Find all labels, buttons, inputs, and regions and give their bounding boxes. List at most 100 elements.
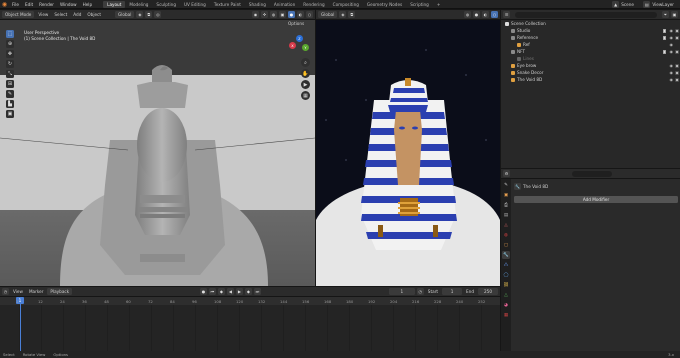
select-tool-icon[interactable]: ⬚ (6, 30, 14, 38)
add-cube-tool-icon[interactable]: ▣ (6, 110, 14, 118)
viewlayer-selector[interactable]: ▤ ViewLayer (643, 1, 676, 8)
render-camera-icon[interactable]: ▣ (675, 49, 679, 54)
viewport-left[interactable]: Object Mode View Select Add Object Globa… (0, 10, 315, 286)
scene-tab-icon[interactable]: ◬ (502, 221, 510, 229)
add-modifier-button[interactable]: Add Modifier (514, 196, 678, 203)
gizmo-z-icon[interactable]: Z (296, 35, 303, 42)
render-camera-icon[interactable]: ▣ (675, 28, 679, 33)
scale-tool-icon[interactable]: ⤡ (6, 70, 14, 78)
menu-edit[interactable]: Edit (22, 0, 36, 9)
play-reverse-icon[interactable]: ◀ (226, 288, 234, 295)
outliner-item[interactable]: NFT ◉ ▣ (501, 48, 680, 55)
jump-start-icon[interactable]: ⏮ (208, 288, 216, 295)
data-tab-icon[interactable]: △ (502, 291, 510, 299)
start-frame-field[interactable]: 1 (442, 288, 463, 295)
outliner-item[interactable]: Eye brow ◉ ▣ (501, 62, 680, 69)
tab-rendering[interactable]: Rendering (299, 1, 328, 8)
eye-icon[interactable]: ◉ (670, 35, 674, 40)
menu-render[interactable]: Render (36, 0, 57, 9)
shading-solid-icon[interactable]: ● (473, 11, 480, 18)
outliner-item[interactable]: Lines (501, 55, 680, 62)
menu-view[interactable]: View (11, 289, 25, 294)
outliner-item[interactable]: Studio ◉ ▣ (501, 27, 680, 34)
end-frame-field[interactable]: 250 (478, 288, 498, 295)
object-tab-icon[interactable]: ▢ (502, 241, 510, 249)
pan-icon[interactable]: ✋ (301, 69, 310, 78)
particles-tab-icon[interactable]: ⁂ (502, 261, 510, 269)
editor-type-icon[interactable]: ⚙ (503, 170, 510, 177)
perspective-toggle-icon[interactable]: ▦ (301, 91, 310, 100)
current-frame-field[interactable]: 1 (388, 288, 415, 295)
exclude-checkbox[interactable] (662, 36, 666, 40)
eye-icon[interactable]: ◉ (670, 49, 674, 54)
tab-shading[interactable]: Shading (245, 1, 270, 8)
next-key-icon[interactable]: ◆ (244, 288, 252, 295)
world-tab-icon[interactable]: ◍ (502, 231, 510, 239)
tab-sculpting[interactable]: Sculpting (152, 1, 180, 8)
pivot-icon[interactable]: ◈ (339, 11, 347, 18)
add-workspace-button[interactable]: + (433, 1, 445, 8)
tool-tab-icon[interactable]: ✎ (502, 181, 510, 189)
zoom-icon[interactable]: ⌕ (301, 58, 310, 67)
gizmo-x-icon[interactable]: X (289, 42, 296, 49)
eye-icon[interactable]: ◉ (670, 63, 674, 68)
annotate-tool-icon[interactable]: ✎ (6, 90, 14, 98)
tab-geometry-nodes[interactable]: Geometry Nodes (363, 1, 406, 8)
menu-window[interactable]: Window (57, 0, 80, 9)
editor-type-icon[interactable]: ◷ (2, 288, 9, 295)
preview-range-icon[interactable]: ◷ (416, 288, 424, 295)
eye-icon[interactable]: ◉ (670, 28, 674, 33)
editor-type-icon[interactable]: ☰ (503, 11, 510, 18)
play-icon[interactable]: ▶ (235, 288, 243, 295)
output-tab-icon[interactable]: ⎙ (502, 201, 510, 209)
menu-file[interactable]: File (9, 0, 22, 9)
new-collection-icon[interactable]: ▣ (671, 11, 678, 18)
menu-marker[interactable]: Marker (27, 289, 45, 294)
prev-key-icon[interactable]: ◆ (217, 288, 225, 295)
outliner-item[interactable]: Reference ◉ ▣ (501, 34, 680, 41)
view-layer-tab-icon[interactable]: ▤ (502, 211, 510, 219)
tab-layout[interactable]: Layout (103, 1, 126, 8)
timeline-ruler[interactable]: 1 1 12 24 36 48 60 72 84 96 108 120 132 144 156 168 180… (0, 297, 500, 351)
scene-selector[interactable]: ▲ Scene (612, 1, 636, 8)
snap-icon[interactable]: ⧉ (348, 11, 356, 18)
tab-uv-editing[interactable]: UV Editing (180, 1, 210, 8)
cursor-tool-icon[interactable]: ⊕ (6, 40, 14, 48)
render-tab-icon[interactable]: ▣ (502, 191, 510, 199)
outliner-item[interactable]: The Void 8D ◉ ▣ (501, 76, 680, 83)
eye-icon[interactable]: ◉ (670, 77, 674, 82)
outliner-item[interactable]: Snake Decor ◉ ▣ (501, 69, 680, 76)
properties-search-input[interactable] (572, 170, 612, 177)
overlay-icon[interactable]: ◍ (464, 11, 471, 18)
viewport-options-button[interactable]: Options (288, 21, 304, 26)
shading-rendered-icon[interactable]: ○ (491, 11, 498, 18)
tab-compositing[interactable]: Compositing (329, 1, 363, 8)
modifier-tab-icon[interactable]: 🔧 (502, 251, 510, 259)
texture-tab-icon[interactable]: ▦ (502, 311, 510, 319)
rotate-tool-icon[interactable]: ↻ (6, 60, 14, 68)
jump-end-icon[interactable]: ⏭ (253, 288, 261, 295)
tab-animation[interactable]: Animation (270, 1, 299, 8)
record-icon[interactable]: ● (199, 288, 207, 295)
tab-modeling[interactable]: Modeling (125, 1, 152, 8)
camera-view-icon[interactable]: ▶ (301, 80, 310, 89)
exclude-checkbox[interactable] (662, 50, 666, 54)
blender-logo-icon[interactable]: ◉ (0, 0, 9, 9)
measure-tool-icon[interactable]: ▙ (6, 100, 14, 108)
exclude-checkbox[interactable] (662, 29, 666, 33)
menu-help[interactable]: Help (80, 0, 96, 9)
render-camera-icon[interactable]: ▣ (675, 63, 679, 68)
eye-icon[interactable]: ◉ (670, 70, 674, 75)
outliner-search-input[interactable] (515, 11, 657, 18)
orientation-dropdown-right[interactable]: Global (318, 11, 338, 18)
render-camera-icon[interactable]: ▣ (675, 35, 679, 40)
viewport-right[interactable]: Global ◈ ⧉ ◍ ● ◐ ○ Options (316, 10, 500, 286)
transform-tool-icon[interactable]: ⊞ (6, 80, 14, 88)
playback-dropdown[interactable]: Playback (47, 288, 73, 295)
tab-scripting[interactable]: Scripting (406, 1, 433, 8)
shading-material-icon[interactable]: ◐ (482, 11, 489, 18)
gizmo-y-icon[interactable]: Y (302, 44, 309, 51)
material-tab-icon[interactable]: ◕ (502, 301, 510, 309)
physics-tab-icon[interactable]: ◯ (502, 271, 510, 279)
tab-texture-paint[interactable]: Texture Paint (210, 1, 245, 8)
